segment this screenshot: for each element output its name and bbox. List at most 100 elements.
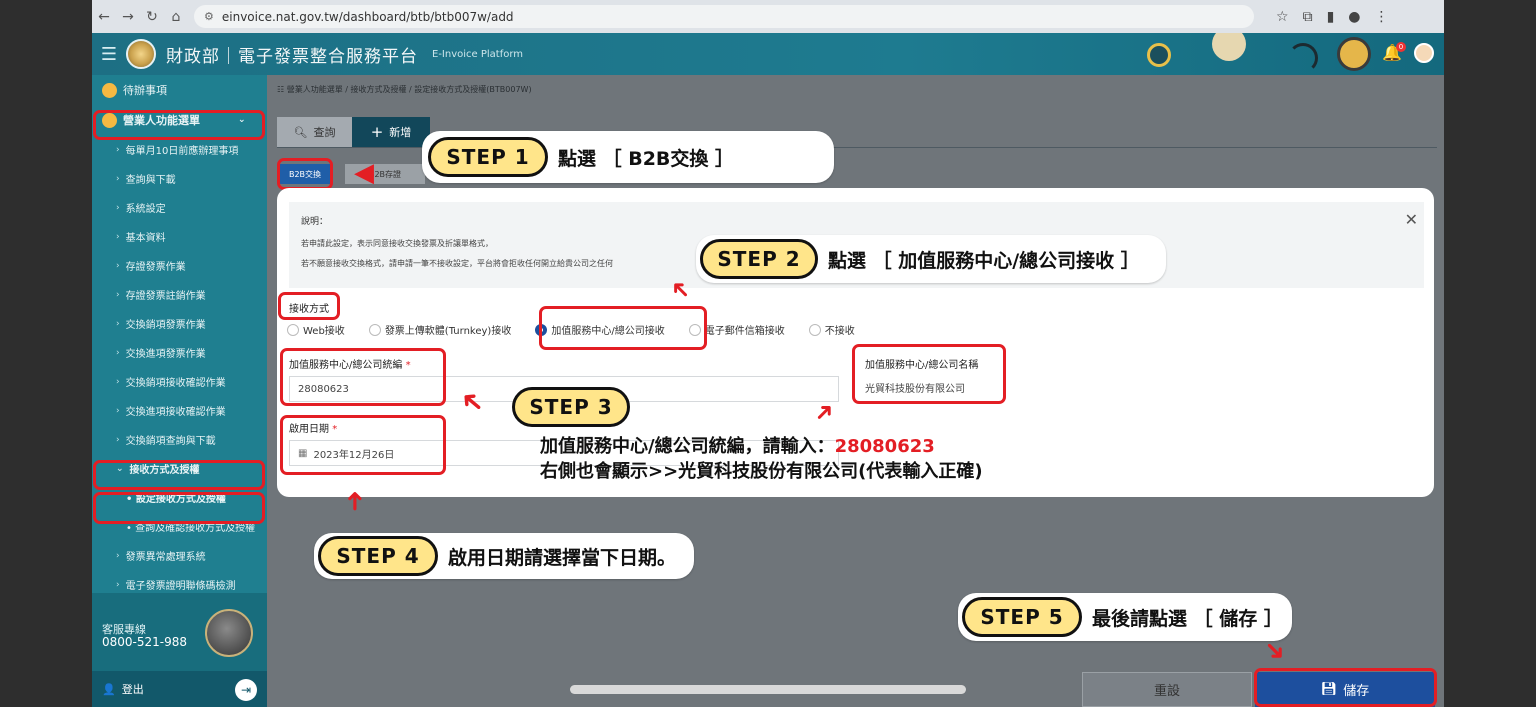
chevron-right-icon: ›: [116, 173, 120, 184]
sidebar-item[interactable]: › 交換進項發票作業: [92, 338, 267, 367]
step3-note-line2: 右側也會顯示>>光貿科技股份有限公司(代表輸入正確): [540, 461, 983, 482]
step3-callout: STEP 3: [512, 386, 636, 428]
radio-button[interactable]: [688, 323, 701, 336]
step3-note-line1: 加值服務中心/總公司統編，請輸入：28080623: [540, 432, 935, 458]
sidebar-item-label: 系統設定: [125, 204, 166, 215]
description-title: 說明：: [301, 217, 329, 227]
radio-web[interactable]: Web接收: [287, 322, 345, 337]
ministry-logo: [126, 39, 156, 69]
radio-button[interactable]: [287, 323, 299, 336]
sidebar-item-label: 交換進項發票作業: [125, 349, 206, 360]
sidebar-item-label: • 查詢及確認接收方式及授權: [126, 523, 256, 534]
radio-none[interactable]: 不接收: [808, 322, 855, 337]
tab-query[interactable]: 🔍︎ 查詢: [277, 117, 352, 147]
radio-label: 發票上傳軟體(Turnkey)接收: [384, 326, 512, 337]
tab-add[interactable]: + 新增: [352, 117, 430, 147]
radio-turnkey[interactable]: 發票上傳軟體(Turnkey)接收: [368, 322, 512, 337]
extensions-icon[interactable]: ⧉: [1303, 9, 1313, 25]
chevron-right-icon: ›: [116, 144, 120, 155]
sidebar-item-business-menu[interactable]: 營業人功能選單 ⌄: [92, 105, 267, 135]
receive-method-radios: Web接收 發票上傳軟體(Turnkey)接收 加值服務中心/總公司接收 電子郵…: [287, 322, 879, 337]
back-icon[interactable]: ←: [92, 9, 116, 25]
radio-label: 不接收: [824, 326, 855, 337]
decor-wifi-icon: [1288, 43, 1318, 73]
hamburger-icon[interactable]: ☰: [92, 44, 126, 65]
radio-label: 加值服務中心/總公司接收: [551, 326, 665, 337]
chevron-right-icon: ›: [116, 289, 120, 300]
sidebar-item-todo[interactable]: 待辦事項: [92, 75, 267, 105]
step1-text: 點選 ［ B2B交換 ］: [558, 147, 735, 170]
todo-icon: [102, 82, 117, 98]
sidebar-item-label: 查詢與下載: [125, 175, 176, 186]
save-icon: 💾︎: [1320, 682, 1338, 697]
step2-callout: STEP 2 點選 ［ 加值服務中心/總公司接收 ］: [696, 235, 1166, 283]
browser-toolbar: ← → ↻ ⌂ ⚙ einvoice.nat.gov.tw/dashboard/…: [92, 0, 1444, 33]
search-icon: 🔍︎: [293, 125, 308, 139]
step1-badge: STEP 1: [428, 137, 548, 177]
sidebar-item[interactable]: › 交換銷項查詢與下載: [92, 425, 267, 454]
sidebar-item-receive-auth[interactable]: ⌄ 接收方式及授權: [92, 454, 267, 483]
sidebar-item-label: 交換銷項接收確認作業: [125, 378, 226, 389]
sidebar-subitem-set-receive[interactable]: • 設定接收方式及授權: [92, 483, 267, 512]
forward-icon[interactable]: →: [116, 9, 140, 25]
sidebar-item[interactable]: › 交換銷項發票作業: [92, 309, 267, 338]
plus-icon: +: [370, 123, 384, 141]
sidebar-item[interactable]: › 發票異常處理系統: [92, 541, 267, 570]
close-icon[interactable]: ✕: [1405, 210, 1418, 229]
sidebar-item[interactable]: › 系統設定: [92, 193, 267, 222]
app-header: ☰ 財政部｜電子發票整合服務平台 E-Invoice Platform 🔔 0: [92, 33, 1444, 75]
tax-id-label: 加值服務中心/總公司統編 *: [289, 356, 411, 371]
radio-button[interactable]: [368, 323, 381, 336]
reset-button[interactable]: 重設: [1082, 672, 1252, 707]
radio-button[interactable]: [808, 323, 821, 336]
chevron-right-icon: ›: [116, 318, 120, 329]
decor-coin-icon: [1212, 33, 1246, 61]
sidebar-item-label: 存證發票作業: [125, 262, 186, 273]
step5-badge: STEP 5: [962, 597, 1082, 637]
profile-icon[interactable]: ●: [1348, 9, 1360, 25]
sidebar-item[interactable]: › 基本資料: [92, 222, 267, 251]
sidebar-item-label: 每單月10日前應辦理事項: [125, 146, 239, 157]
sidebar-item[interactable]: › 交換銷項接收確認作業: [92, 367, 267, 396]
radio-email[interactable]: 電子郵件信箱接收: [688, 322, 785, 337]
sidebar: 待辦事項 營業人功能選單 ⌄ › 每單月10日前應辦理事項 › 查詢與下載 › 系統設…: [92, 75, 267, 707]
bookmark-star-icon[interactable]: ☆: [1276, 9, 1289, 25]
reload-icon[interactable]: ↻: [140, 9, 164, 25]
menu-kebab-icon[interactable]: ⋮: [1375, 9, 1389, 25]
sidebar-item-label: 發票異常處理系統: [125, 552, 206, 563]
screen-frame: ← → ↻ ⌂ ⚙ einvoice.nat.gov.tw/dashboard/…: [92, 0, 1444, 707]
sidebar-item-label: 交換銷項發票作業: [125, 320, 206, 331]
arrow-left-icon: ◀: [354, 158, 374, 188]
company-name-value: 光貿科技股份有限公司: [865, 384, 965, 395]
mascot-image: [205, 609, 253, 657]
sidebar-subitem-query-receive[interactable]: • 查詢及確認接收方式及授權: [92, 512, 267, 541]
sidebar-item[interactable]: › 存證發票作業: [92, 251, 267, 280]
address-bar[interactable]: ⚙ einvoice.nat.gov.tw/dashboard/btb/btb0…: [194, 5, 1254, 28]
step5-text: 最後請點選 ［ 儲存 ］: [1092, 607, 1283, 630]
step4-text: 啟用日期請選擇當下日期。: [448, 546, 677, 569]
required-mark: *: [405, 360, 411, 371]
chevron-right-icon: ›: [116, 202, 120, 213]
radio-label: Web接收: [303, 326, 345, 337]
sidebar-item-label: 電子發票證明聯條碼檢測: [125, 581, 236, 592]
logout-icon[interactable]: ⇥: [235, 679, 257, 701]
home-icon[interactable]: ⌂: [164, 9, 188, 25]
sidebar-item[interactable]: › 存證發票註銷作業: [92, 280, 267, 309]
subtab-b2b-exchange[interactable]: B2B交換: [279, 164, 331, 184]
sidebar-item-label: 交換銷項查詢與下載: [125, 436, 216, 447]
sidebar-item-label: 接收方式及授權: [129, 465, 200, 476]
sidebar-item[interactable]: › 查詢與下載: [92, 164, 267, 193]
save-button[interactable]: 💾︎ 儲存: [1255, 672, 1435, 707]
sidebar-item[interactable]: › 每單月10日前應辦理事項: [92, 135, 267, 164]
user-avatar[interactable]: [1414, 43, 1434, 63]
radio-button-selected[interactable]: [535, 323, 548, 336]
notification-badge: 0: [1396, 42, 1406, 52]
logout-bar[interactable]: 👤 登出 ⇥: [92, 671, 267, 707]
sidebar-item[interactable]: › 交換進項接收確認作業: [92, 396, 267, 425]
site-info-icon[interactable]: ⚙: [204, 10, 214, 23]
arrow-up-icon: ➜: [339, 490, 370, 512]
sidepanel-icon[interactable]: ▮: [1327, 9, 1335, 25]
step2-badge: STEP 2: [700, 239, 818, 279]
url-text: einvoice.nat.gov.tw/dashboard/btb/btb007…: [221, 9, 514, 24]
radio-vas-center[interactable]: 加值服務中心/總公司接收: [535, 322, 665, 337]
